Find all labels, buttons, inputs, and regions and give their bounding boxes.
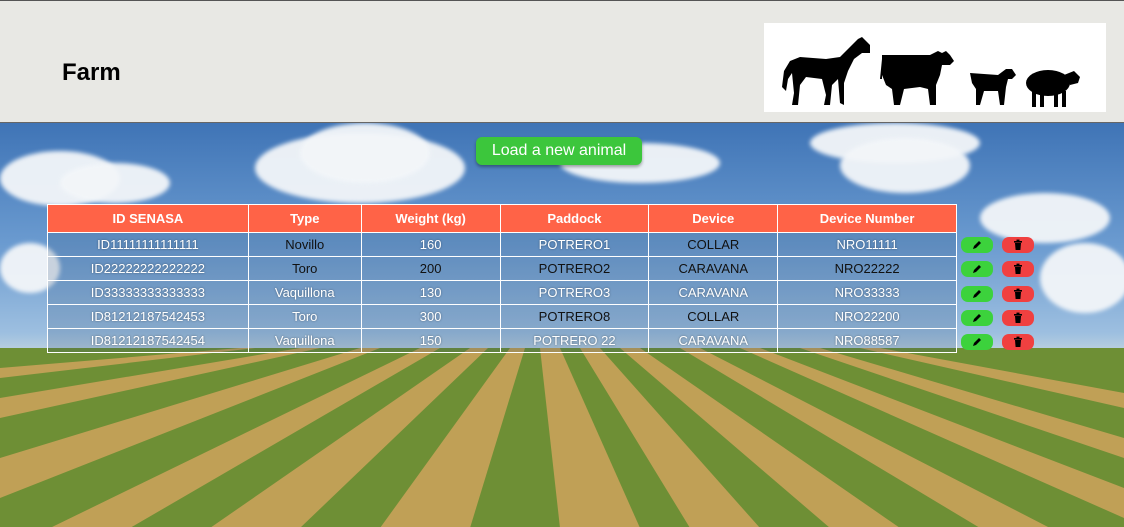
cell-device: CARAVANA bbox=[648, 328, 779, 353]
table-row: ID22222222222222 Toro 200 POTRERO2 CARAV… bbox=[47, 256, 957, 281]
cell-device: CARAVANA bbox=[648, 256, 779, 281]
cell-type: Vaquillona bbox=[247, 328, 362, 353]
table-row: ID81212187542454 Vaquillona 150 POTRERO … bbox=[47, 328, 957, 353]
edit-button[interactable] bbox=[961, 237, 993, 253]
edit-button[interactable] bbox=[961, 334, 993, 350]
load-new-animal-button[interactable]: Load a new animal bbox=[476, 137, 642, 165]
cell-weight: 300 bbox=[360, 304, 501, 329]
pencil-icon bbox=[973, 314, 981, 322]
cell-type: Vaquillona bbox=[247, 280, 362, 305]
header-device-number: Device Number bbox=[777, 204, 957, 233]
delete-button[interactable] bbox=[1002, 286, 1034, 302]
cell-type: Novillo bbox=[247, 232, 362, 257]
animals-table: ID SENASA Type Weight (kg) Paddock Devic… bbox=[47, 204, 957, 353]
row-actions-3 bbox=[961, 286, 1041, 302]
table-header-row: ID SENASA Type Weight (kg) Paddock Devic… bbox=[47, 204, 957, 233]
trash-icon bbox=[1014, 288, 1022, 299]
app-header: Farm bbox=[0, 0, 1124, 123]
delete-button[interactable] bbox=[1002, 334, 1034, 350]
pencil-icon bbox=[973, 338, 981, 346]
delete-button[interactable] bbox=[1002, 310, 1034, 326]
animals-logo bbox=[764, 23, 1106, 112]
trash-icon bbox=[1014, 336, 1022, 347]
trash-icon bbox=[1014, 312, 1022, 323]
horse-silhouette-icon bbox=[782, 37, 870, 105]
row-actions-1 bbox=[961, 237, 1041, 253]
header-paddock: Paddock bbox=[499, 204, 650, 233]
pencil-icon bbox=[973, 265, 981, 273]
edit-button[interactable] bbox=[961, 261, 993, 277]
cell-device-number: NRO88587 bbox=[777, 328, 957, 353]
page-title: Farm bbox=[62, 59, 121, 86]
pencil-icon bbox=[973, 290, 981, 298]
cell-id: ID22222222222222 bbox=[47, 256, 249, 281]
cell-id: ID81212187542454 bbox=[47, 328, 249, 353]
cell-id: ID11111111111111 bbox=[47, 232, 249, 257]
table-row: ID81212187542453 Toro 300 POTRERO8 COLLA… bbox=[47, 304, 957, 329]
header-weight: Weight (kg) bbox=[360, 204, 501, 233]
calf-silhouette-icon bbox=[970, 69, 1016, 105]
cell-type: Toro bbox=[247, 256, 362, 281]
cow-silhouette-icon bbox=[880, 51, 954, 105]
cell-device-number: NRO22200 bbox=[777, 304, 957, 329]
header-type: Type bbox=[247, 204, 362, 233]
cell-paddock: POTRERO3 bbox=[499, 280, 650, 305]
row-actions-2 bbox=[961, 261, 1041, 277]
cell-device-number: NRO33333 bbox=[777, 280, 957, 305]
pencil-icon bbox=[973, 241, 981, 249]
field-rows bbox=[0, 348, 1124, 527]
table-row: ID11111111111111 Novillo 160 POTRERO1 CO… bbox=[47, 232, 957, 257]
cell-paddock: POTRERO 22 bbox=[499, 328, 650, 353]
cell-device: CARAVANA bbox=[648, 280, 779, 305]
cell-device-number: NRO11111 bbox=[777, 232, 957, 257]
cell-device-number: NRO22222 bbox=[777, 256, 957, 281]
cell-weight: 200 bbox=[360, 256, 501, 281]
cell-paddock: POTRERO1 bbox=[499, 232, 650, 257]
cell-paddock: POTRERO2 bbox=[499, 256, 650, 281]
cell-weight: 130 bbox=[360, 280, 501, 305]
header-device: Device bbox=[648, 204, 779, 233]
table-row: ID33333333333333 Vaquillona 130 POTRERO3… bbox=[47, 280, 957, 305]
cell-paddock: POTRERO8 bbox=[499, 304, 650, 329]
cell-type: Toro bbox=[247, 304, 362, 329]
cell-device: COLLAR bbox=[648, 304, 779, 329]
cell-id: ID81212187542453 bbox=[47, 304, 249, 329]
trash-icon bbox=[1014, 239, 1022, 250]
delete-button[interactable] bbox=[1002, 237, 1034, 253]
cell-device: COLLAR bbox=[648, 232, 779, 257]
row-actions-4 bbox=[961, 310, 1041, 326]
row-actions-5 bbox=[961, 334, 1041, 350]
header-id-senasa: ID SENASA bbox=[47, 204, 249, 233]
cell-id: ID33333333333333 bbox=[47, 280, 249, 305]
sheep-silhouette-icon bbox=[1026, 70, 1080, 107]
cell-weight: 160 bbox=[360, 232, 501, 257]
cell-weight: 150 bbox=[360, 328, 501, 353]
edit-button[interactable] bbox=[961, 286, 993, 302]
delete-button[interactable] bbox=[1002, 261, 1034, 277]
edit-button[interactable] bbox=[961, 310, 993, 326]
trash-icon bbox=[1014, 263, 1022, 274]
